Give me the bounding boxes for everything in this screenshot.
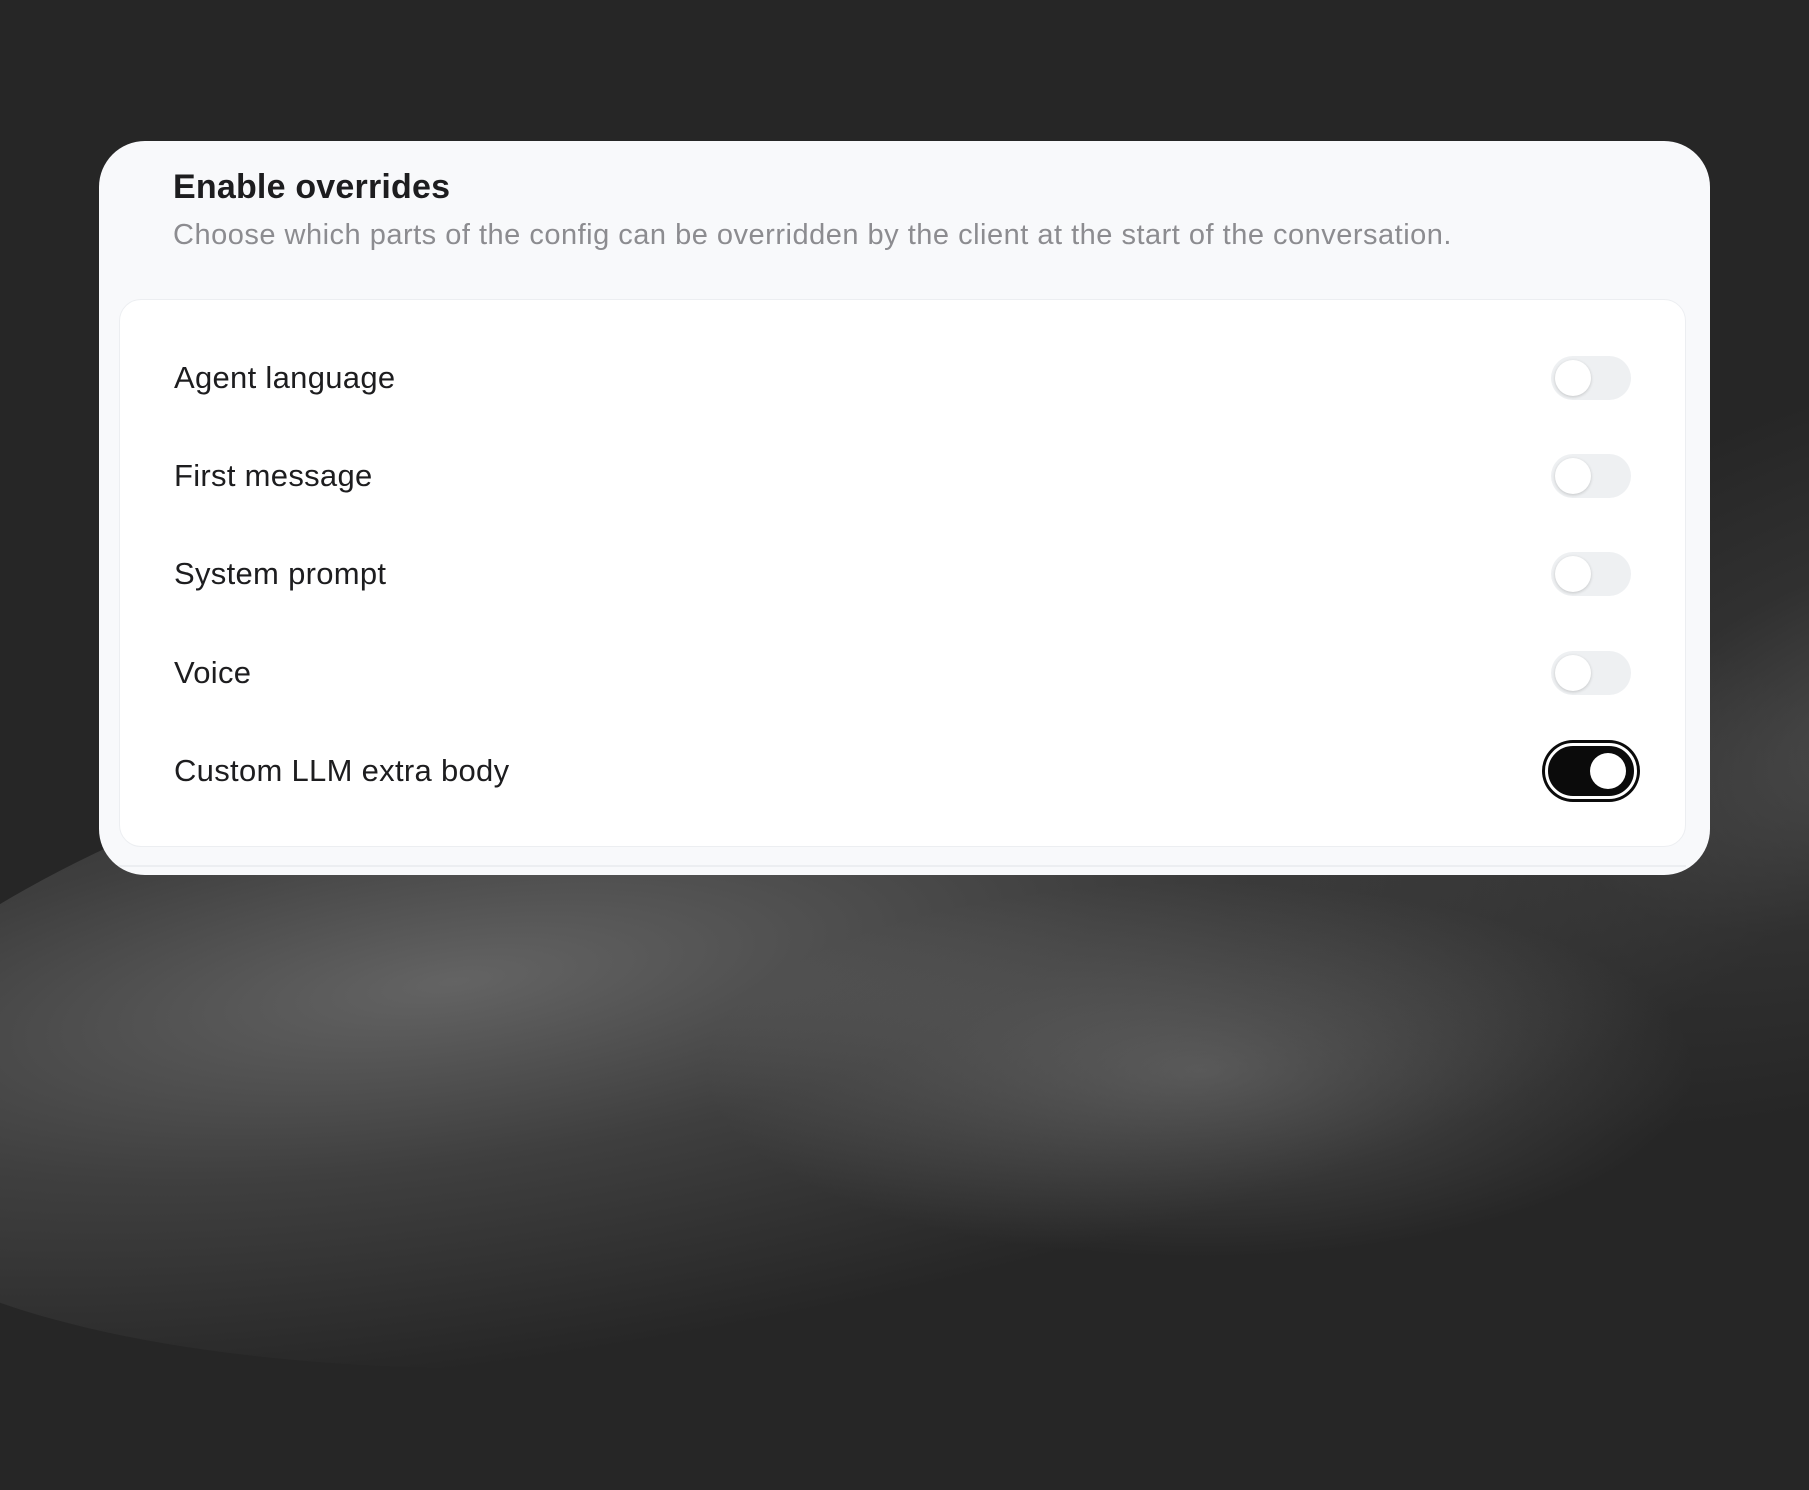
first-message-toggle[interactable] [1551, 454, 1631, 498]
custom-llm-extra-body-toggle[interactable] [1545, 743, 1637, 799]
card-title: Enable overrides [173, 168, 451, 206]
agent-language-toggle[interactable] [1551, 356, 1631, 400]
override-label: Voice [174, 655, 252, 690]
override-row-system-prompt: System prompt [120, 544, 1685, 604]
override-label: Agent language [174, 360, 396, 395]
override-row-agent-language: Agent language [120, 348, 1685, 408]
overrides-card: Enable overrides Choose which parts of t… [99, 141, 1710, 875]
toggle-knob [1555, 655, 1591, 691]
override-label: Custom LLM extra body [174, 753, 510, 788]
background-swoosh [700, 880, 1700, 1260]
divider [119, 865, 1686, 867]
override-label: System prompt [174, 556, 387, 591]
toggle-knob [1555, 360, 1591, 396]
toggle-knob [1590, 753, 1626, 789]
toggle-knob [1555, 556, 1591, 592]
override-label: First message [174, 458, 373, 493]
override-row-custom-llm-extra-body: Custom LLM extra body [120, 741, 1685, 801]
overrides-panel: Agent language First message System prom… [119, 299, 1686, 847]
toggle-knob [1555, 458, 1591, 494]
card-subtitle: Choose which parts of the config can be … [173, 219, 1452, 251]
override-row-voice: Voice [120, 643, 1685, 703]
voice-toggle[interactable] [1551, 651, 1631, 695]
override-row-first-message: First message [120, 446, 1685, 506]
system-prompt-toggle[interactable] [1551, 552, 1631, 596]
